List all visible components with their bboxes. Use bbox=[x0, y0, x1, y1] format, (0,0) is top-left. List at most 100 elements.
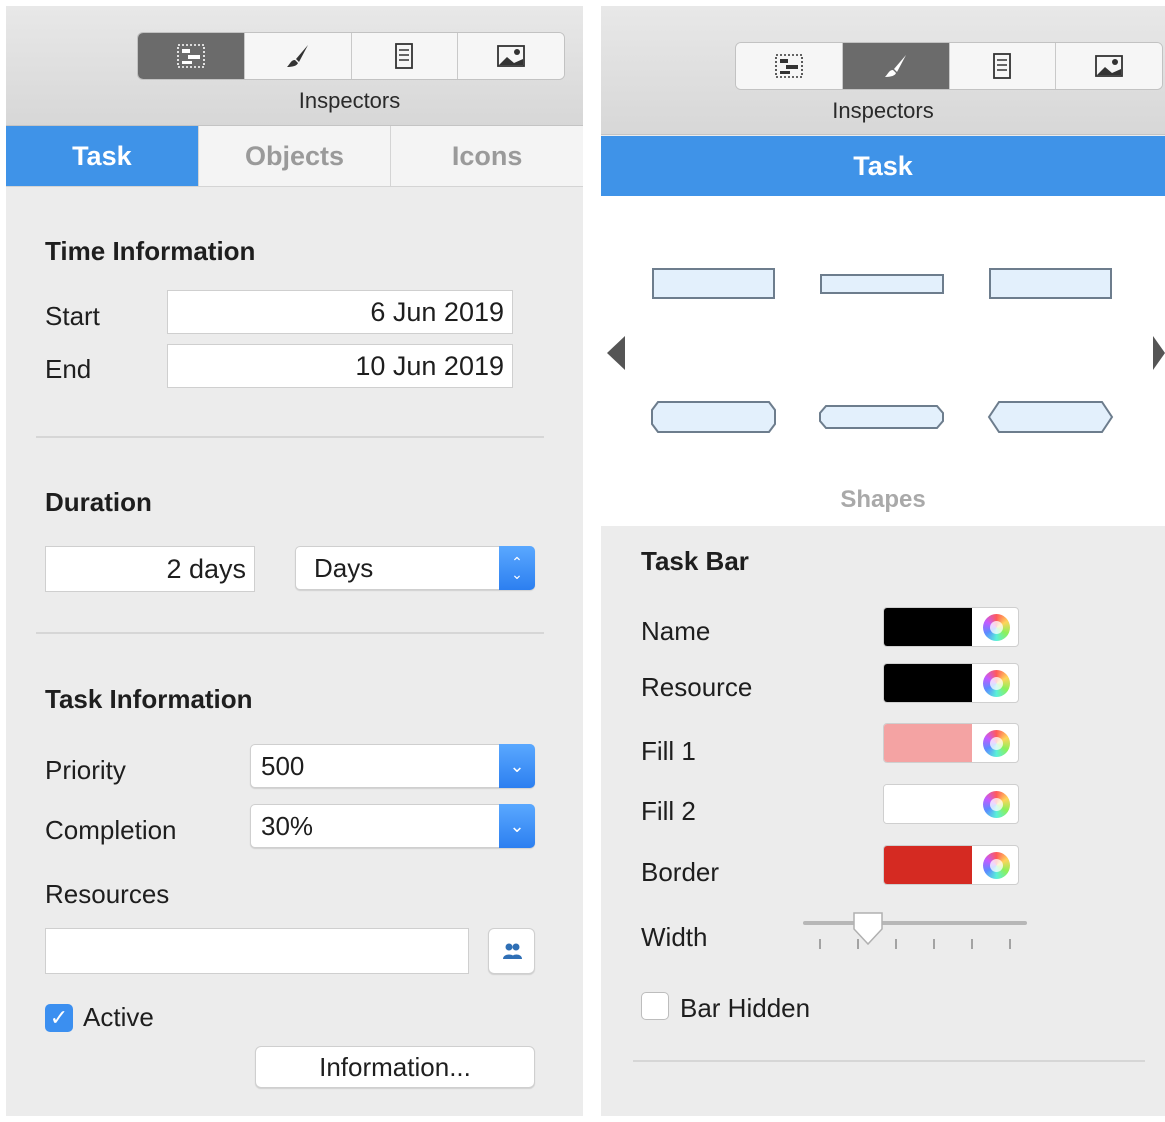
color-wheel-icon[interactable] bbox=[983, 791, 1010, 818]
slider-track bbox=[803, 921, 1027, 925]
paintbrush-icon bbox=[286, 45, 308, 67]
paintbrush-icon bbox=[884, 55, 906, 77]
duration-unit-value: Days bbox=[314, 552, 374, 583]
gantt-icon bbox=[177, 44, 205, 68]
completion-label: Completion bbox=[45, 815, 177, 845]
priority-combo[interactable]: 500 ⌄ bbox=[250, 744, 535, 788]
fill1-color-well[interactable] bbox=[883, 723, 1019, 763]
width-slider[interactable] bbox=[803, 911, 1027, 961]
active-checkbox[interactable]: ✓ bbox=[45, 1004, 73, 1032]
duration-field[interactable]: 2 days bbox=[45, 546, 255, 592]
slider-tick bbox=[971, 939, 973, 949]
duration-heading: Duration bbox=[45, 487, 152, 517]
task-inspector-button[interactable] bbox=[138, 33, 245, 79]
slider-tick bbox=[819, 939, 821, 949]
checkmark-icon: ✓ bbox=[49, 1005, 69, 1030]
shape-rectangle-wide[interactable] bbox=[989, 268, 1112, 299]
border-color-well[interactable] bbox=[883, 845, 1019, 885]
section-divider bbox=[633, 1060, 1145, 1062]
active-label: Active bbox=[83, 1002, 154, 1032]
priority-label: Priority bbox=[45, 755, 126, 785]
image-icon bbox=[1095, 55, 1124, 77]
inspectors-label: Inspectors bbox=[298, 88, 401, 113]
task-bar-heading: Task Bar bbox=[641, 546, 749, 576]
inspector-toolbar bbox=[137, 32, 565, 80]
priority-value: 500 bbox=[261, 750, 305, 781]
right-inspector-panel: Inspectors Task Shapes Task Bar Name Res… bbox=[601, 6, 1165, 1116]
slider-knob[interactable] bbox=[851, 911, 885, 947]
image-inspector-button[interactable] bbox=[458, 33, 564, 79]
image-inspector-button[interactable] bbox=[1056, 43, 1162, 89]
image-icon bbox=[497, 45, 526, 67]
name-color-well[interactable] bbox=[883, 607, 1019, 647]
bar-hidden-label: Bar Hidden bbox=[680, 993, 811, 1023]
resource-color-label: Resource bbox=[641, 672, 753, 702]
color-swatch bbox=[884, 608, 972, 646]
bar-hidden-checkbox[interactable] bbox=[641, 992, 669, 1020]
resource-color-well[interactable] bbox=[883, 663, 1019, 703]
inspector-tabs: Task Objects Icons bbox=[6, 126, 583, 187]
section-divider bbox=[36, 436, 544, 438]
end-date-field[interactable]: 10 Jun 2019 bbox=[167, 344, 513, 388]
color-swatch bbox=[884, 724, 972, 762]
document-inspector-button[interactable] bbox=[949, 43, 1057, 89]
border-color-label: Border bbox=[641, 857, 720, 887]
shape-octagon-thin[interactable] bbox=[818, 404, 945, 430]
chevron-down-icon[interactable]: ⌄ bbox=[499, 804, 535, 848]
slider-tick bbox=[933, 939, 935, 949]
color-wheel-icon[interactable] bbox=[983, 852, 1010, 879]
tab-task[interactable]: Task bbox=[6, 126, 199, 186]
resources-picker-button[interactable] bbox=[488, 928, 535, 974]
tab-objects[interactable]: Objects bbox=[199, 126, 392, 186]
shapes-label: Shapes bbox=[840, 486, 926, 513]
resources-field[interactable] bbox=[45, 928, 469, 974]
updown-chevron-icon: ⌃ ⌄ bbox=[499, 546, 535, 590]
document-icon bbox=[993, 53, 1012, 79]
style-inspector-button[interactable] bbox=[842, 43, 950, 89]
completion-combo[interactable]: 30% ⌄ bbox=[250, 804, 535, 848]
slider-tick bbox=[1009, 939, 1011, 949]
time-information-heading: Time Information bbox=[45, 236, 256, 266]
color-wheel-icon[interactable] bbox=[983, 670, 1010, 697]
inspector-header: Inspectors bbox=[601, 6, 1165, 135]
width-label: Width bbox=[641, 922, 708, 952]
slider-tick bbox=[895, 939, 897, 949]
completion-value: 30% bbox=[261, 810, 314, 841]
start-label: Start bbox=[45, 301, 100, 331]
inspectors-label: Inspectors bbox=[832, 98, 934, 123]
chevron-down-icon[interactable]: ⌄ bbox=[499, 744, 535, 788]
style-inspector-button[interactable] bbox=[244, 33, 352, 79]
next-arrow-icon[interactable] bbox=[1153, 336, 1165, 370]
color-wheel-icon[interactable] bbox=[983, 730, 1010, 757]
inspector-toolbar bbox=[735, 42, 1163, 90]
task-information-heading: Task Information bbox=[45, 684, 253, 714]
fill2-color-label: Fill 2 bbox=[641, 796, 696, 826]
inspector-header: Inspectors bbox=[6, 6, 583, 126]
tab-task[interactable]: Task bbox=[601, 136, 1165, 196]
color-swatch bbox=[884, 664, 972, 702]
start-date-field[interactable]: 6 Jun 2019 bbox=[167, 290, 513, 334]
previous-arrow-icon[interactable] bbox=[607, 336, 625, 370]
document-inspector-button[interactable] bbox=[351, 33, 459, 79]
color-swatch bbox=[884, 846, 972, 884]
resources-label: Resources bbox=[45, 879, 170, 909]
shape-hexagon[interactable] bbox=[987, 400, 1114, 434]
shape-rectangle-thin[interactable] bbox=[820, 274, 944, 294]
section-divider bbox=[36, 632, 544, 634]
fill1-color-label: Fill 1 bbox=[641, 736, 696, 766]
information-button[interactable]: Information... bbox=[255, 1046, 535, 1088]
tab-icons[interactable]: Icons bbox=[391, 126, 583, 186]
duration-unit-popup[interactable]: Days ⌃ ⌄ bbox=[295, 546, 535, 590]
color-wheel-icon[interactable] bbox=[983, 614, 1010, 641]
people-icon bbox=[502, 943, 522, 959]
shape-octagon-tall[interactable] bbox=[650, 400, 777, 434]
shape-rectangle-tall[interactable] bbox=[652, 268, 775, 299]
name-color-label: Name bbox=[641, 616, 711, 646]
color-swatch bbox=[884, 785, 972, 823]
document-icon bbox=[395, 43, 414, 69]
gantt-icon bbox=[775, 54, 803, 78]
fill2-color-well[interactable] bbox=[883, 784, 1019, 824]
end-label: End bbox=[45, 354, 92, 384]
task-inspector-button[interactable] bbox=[736, 43, 843, 89]
left-inspector-panel: Inspectors Task Objects Icons Time Infor… bbox=[6, 6, 583, 1116]
